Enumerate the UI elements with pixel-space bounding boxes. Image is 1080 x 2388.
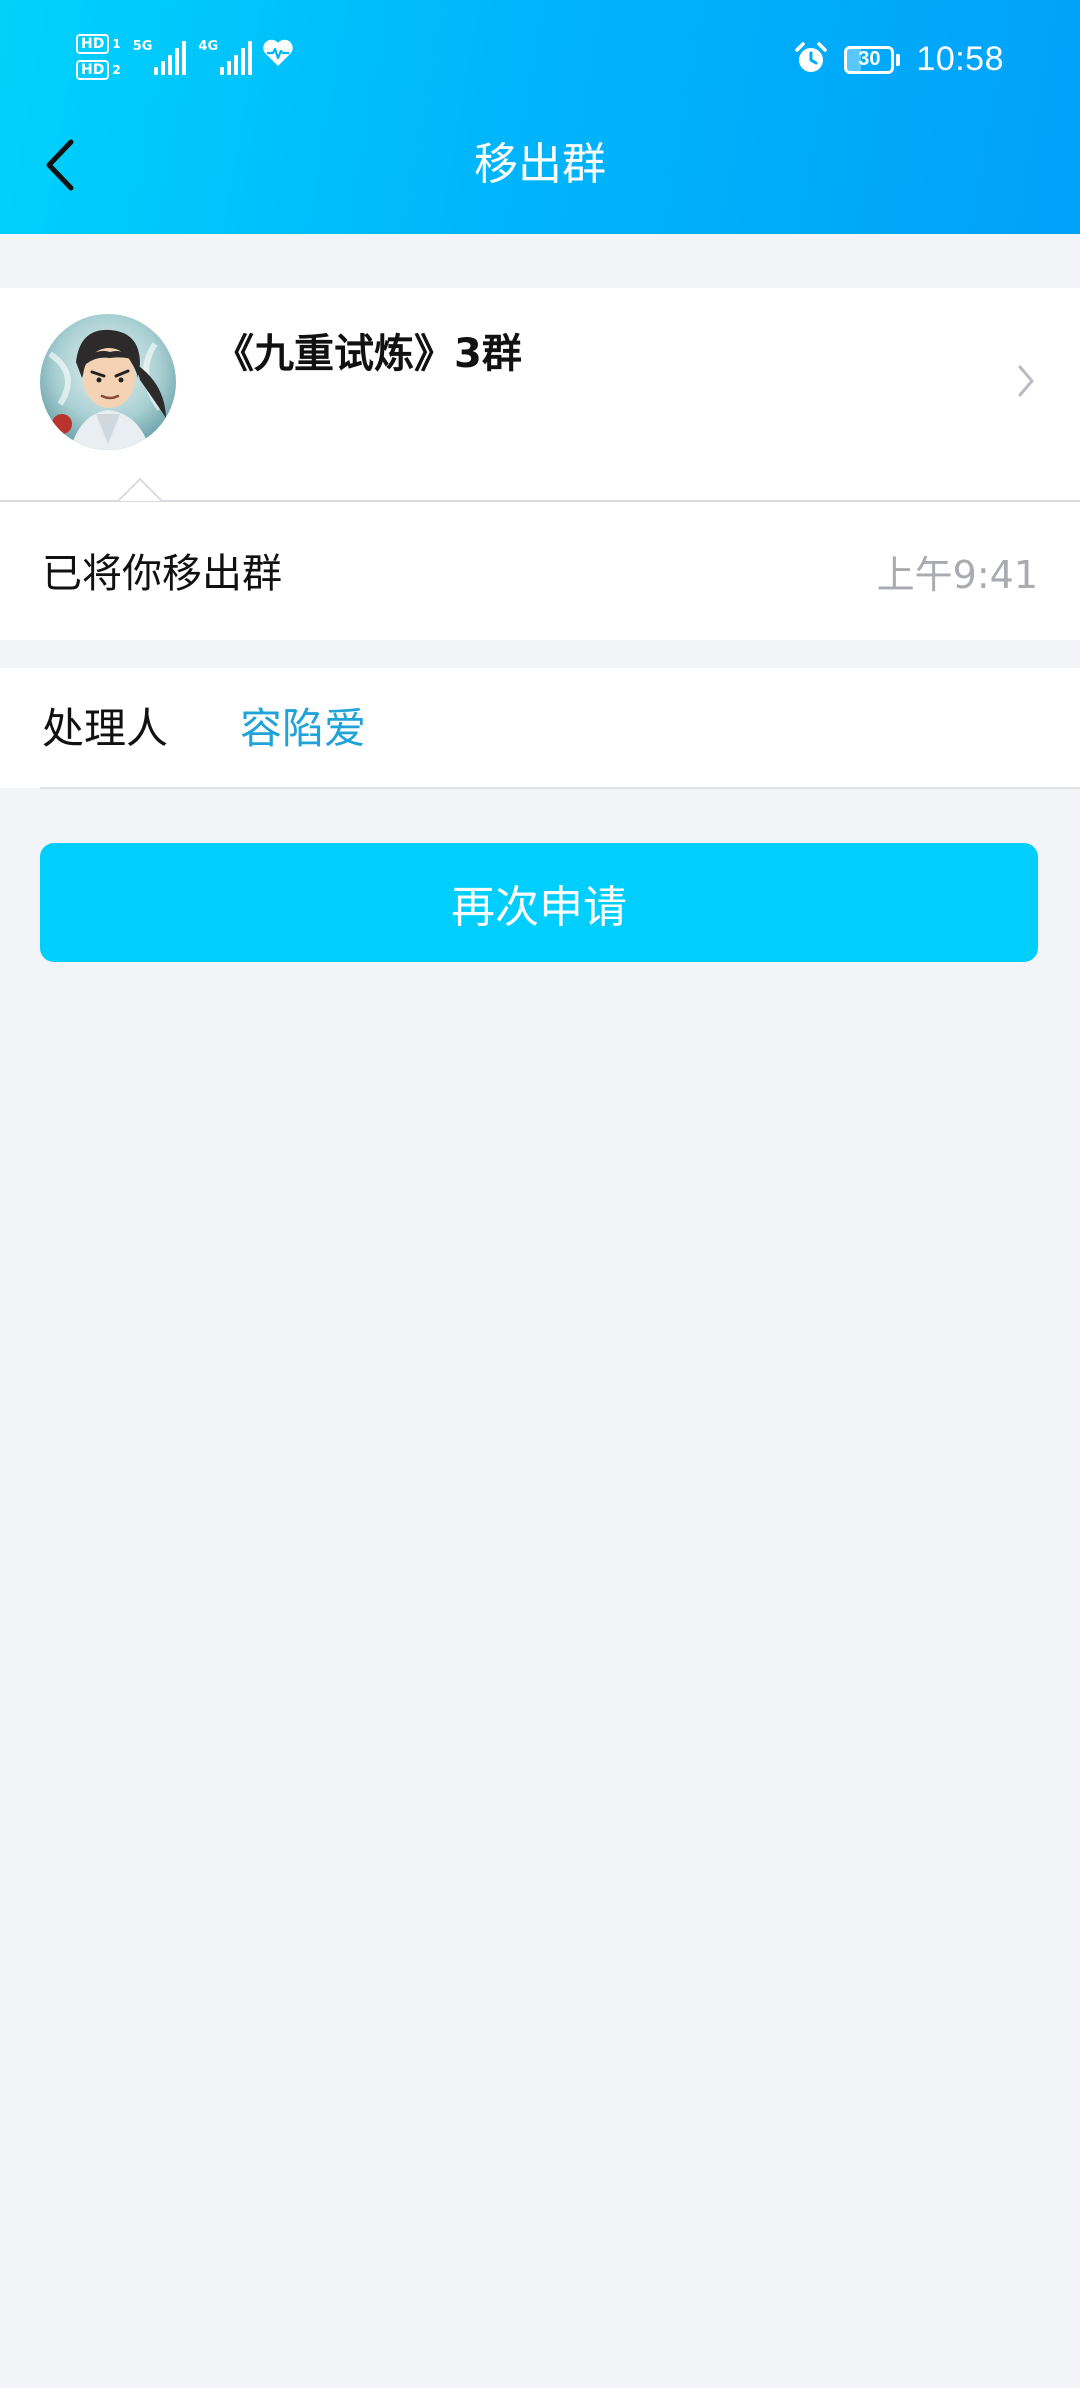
heart-health-icon — [262, 39, 294, 71]
sim1-index: 1 — [112, 37, 121, 51]
removal-message-row: 已将你移出群 上午9:41 — [0, 502, 1080, 640]
sim1-hd-label: HD — [76, 34, 110, 54]
battery-icon: 30 — [844, 45, 901, 74]
sim2-index: 2 — [112, 63, 121, 77]
chevron-right-icon — [1016, 364, 1036, 402]
status-left: HD 1 HD 2 5G 4G — [76, 34, 294, 80]
status-clock: 10:58 — [916, 40, 1004, 78]
network-5g: 5G — [133, 35, 187, 79]
handler-label: 处理人 — [42, 704, 169, 753]
signal-bars-icon — [220, 41, 253, 75]
handler-row: 处理人 容陷爱 — [0, 668, 1080, 788]
network-5g-label: 5G — [132, 39, 153, 54]
network-4g-label: 4G — [198, 39, 219, 54]
alarm-clock-icon — [794, 41, 828, 79]
sim1-hd-badge: HD 1 — [76, 34, 121, 54]
group-name: 《九重试炼》3群 — [214, 331, 522, 377]
handler-divider — [40, 787, 1080, 789]
group-card[interactable]: 《九重试炼》3群 — [0, 288, 1080, 502]
battery-level-text: 30 — [858, 48, 881, 71]
page-title: 移出群 — [474, 139, 606, 190]
handler-name-link[interactable]: 容陷爱 — [240, 700, 366, 758]
status-bar: HD 1 HD 2 5G 4G 30 10:58 — [0, 0, 1080, 128]
battery-body: 30 — [844, 45, 895, 74]
sim2-hd-label: HD — [76, 60, 110, 80]
reapply-button[interactable]: 再次申请 — [40, 843, 1038, 962]
battery-tip — [896, 53, 901, 66]
pointer-notch — [118, 478, 162, 502]
removal-message-text: 已将你移出群 — [42, 551, 282, 597]
network-4g: 4G — [198, 35, 294, 79]
sim2-hd-badge: HD 2 — [76, 60, 121, 80]
group-avatar[interactable] — [40, 314, 176, 450]
status-right: 30 10:58 — [794, 40, 1004, 79]
signal-bars-icon — [154, 41, 187, 75]
sim-badges: HD 1 HD 2 — [76, 34, 121, 80]
message-timestamp: 上午9:41 — [876, 553, 1038, 597]
